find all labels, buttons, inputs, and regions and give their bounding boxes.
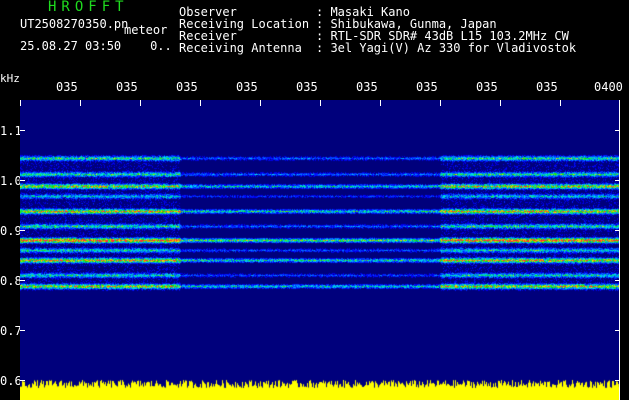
time-tick-mark xyxy=(140,100,141,106)
time-tick-mark xyxy=(200,100,201,106)
antenna-value: : 3el Yagi(V) Az 330 for Vladivostok xyxy=(316,41,577,55)
time-tick-label: 035 xyxy=(476,80,498,94)
date-time-value: 25.08.27 03:50 xyxy=(20,39,122,53)
freq-unit-label: kHz xyxy=(0,72,20,85)
time-tick-label: 035 xyxy=(536,80,558,94)
freq-tick-mark xyxy=(20,180,25,181)
freq-tick-label: 0.8 xyxy=(0,274,22,288)
time-tick-label: 035 xyxy=(356,80,378,94)
freq-tick-mark xyxy=(20,280,25,281)
antenna-label: Receiving Antenna xyxy=(179,41,302,55)
time-tick-label: 035 xyxy=(296,80,318,94)
freq-tick-mark xyxy=(20,230,25,231)
time-tick-mark xyxy=(320,100,321,106)
file-name: UT2508270350.pn xyxy=(20,17,129,31)
freq-tick-mark xyxy=(20,130,25,131)
time-tick-mark xyxy=(440,100,441,106)
time-tick-mark xyxy=(500,100,501,106)
time-tick-label: 035 xyxy=(416,80,438,94)
time-tick-label: 035 xyxy=(56,80,78,94)
date-time: 25.08.27 03:50 0.. xyxy=(20,39,172,53)
time-tick-label: 035 xyxy=(236,80,258,94)
time-tick-mark xyxy=(260,100,261,106)
count-value: 0.. xyxy=(150,39,172,53)
spectrogram-canvas xyxy=(20,100,620,400)
time-tick-label: 0400 xyxy=(594,80,623,94)
freq-tick-label: 1.0 xyxy=(0,174,22,188)
time-tick-label: 035 xyxy=(176,80,198,94)
freq-tick-label: 0.7 xyxy=(0,324,22,338)
freq-tick-label: 0.6 xyxy=(0,374,22,388)
time-tick-label: 035 xyxy=(116,80,138,94)
waterfall-spectrogram xyxy=(20,100,620,400)
plot-right-border xyxy=(619,100,620,400)
time-tick-mark xyxy=(380,100,381,106)
time-tick-mark xyxy=(80,100,81,106)
mode-label: meteor xyxy=(124,23,168,37)
time-tick-mark xyxy=(20,100,21,106)
time-tick-mark xyxy=(560,100,561,106)
app-logo: HROFFT xyxy=(48,0,129,15)
freq-tick-mark xyxy=(20,380,25,381)
freq-tick-label: 0.9 xyxy=(0,224,22,238)
freq-tick-label: 1.1 xyxy=(0,124,22,138)
freq-tick-mark xyxy=(20,330,25,331)
